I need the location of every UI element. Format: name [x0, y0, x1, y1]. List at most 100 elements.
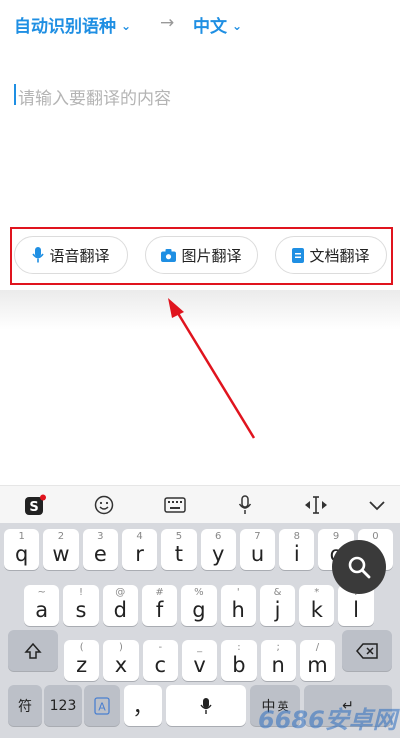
- key-h[interactable]: ' h: [220, 585, 256, 626]
- divider-shadow: [0, 290, 400, 330]
- target-language-selector[interactable]: 中文 ⌄: [193, 12, 242, 37]
- emoji-icon[interactable]: [91, 492, 117, 518]
- key-label: e: [93, 541, 107, 566]
- key-hint: %: [194, 587, 204, 598]
- key-label: z: [76, 652, 88, 677]
- input-placeholder: 请输入要翻译的内容: [18, 89, 171, 109]
- key-label: y: [211, 541, 225, 566]
- key-x[interactable]: ) x: [103, 640, 139, 681]
- key-c[interactable]: -c: [142, 640, 178, 681]
- translate-input[interactable]: 请输入要翻译的内容: [12, 80, 388, 110]
- key-r[interactable]: 4r: [121, 529, 158, 570]
- key-u[interactable]: 7u: [239, 529, 276, 570]
- voice-translate-label: 语音翻译: [49, 246, 110, 265]
- key-d[interactable]: @ d: [102, 585, 138, 626]
- key-hint: &: [273, 587, 282, 598]
- key-label: x: [114, 652, 128, 677]
- floating-search-button[interactable]: [332, 540, 386, 594]
- key-hint: @: [115, 587, 126, 598]
- sogou-logo-icon[interactable]: S: [22, 492, 48, 518]
- key-label: u: [250, 541, 265, 566]
- shift-icon: [24, 642, 42, 659]
- key-w[interactable]: 2w: [43, 529, 79, 570]
- microphone-icon: [32, 247, 45, 263]
- key-v[interactable]: _ v: [181, 640, 218, 681]
- comma-key-label: ，: [132, 694, 154, 719]
- key-hint: 1: [18, 531, 25, 542]
- key-label: d: [113, 597, 127, 622]
- svg-text:A: A: [98, 700, 106, 713]
- key-i[interactable]: 8i: [279, 529, 315, 570]
- key-label: a: [35, 597, 49, 622]
- comma-key[interactable]: ，: [124, 685, 162, 726]
- key-j[interactable]: & j: [259, 585, 296, 626]
- key-hint: 5: [175, 531, 183, 542]
- backspace-key[interactable]: [342, 630, 392, 671]
- key-f[interactable]: # f: [141, 585, 178, 626]
- key-hint: _: [197, 642, 203, 653]
- key-label: q: [15, 541, 29, 566]
- keyboard-icon[interactable]: [162, 492, 188, 518]
- key-s[interactable]: ! s: [63, 585, 99, 626]
- key-label: s: [75, 597, 87, 622]
- number-key[interactable]: 123: [44, 685, 82, 726]
- key-z[interactable]: (z: [64, 640, 100, 681]
- key-hint: *: [314, 587, 320, 598]
- key-hint: ': [236, 587, 240, 598]
- key-q[interactable]: 1q: [4, 529, 40, 570]
- microphone-icon: [200, 697, 212, 714]
- chevron-down-icon: ⌄: [121, 19, 132, 33]
- watermark: 6686安卓网: [258, 706, 397, 734]
- text-caret: [14, 84, 16, 105]
- cursor-move-icon[interactable]: [303, 492, 329, 518]
- document-translate-button[interactable]: 文档翻译: [275, 236, 387, 274]
- key-label: t: [174, 541, 183, 566]
- key-hint: 7: [254, 531, 261, 542]
- space-key[interactable]: [166, 685, 246, 726]
- key-label: n: [271, 652, 285, 677]
- key-label: h: [231, 597, 245, 622]
- collapse-keyboard-icon[interactable]: [364, 492, 390, 518]
- number-key-label: 123: [49, 697, 77, 714]
- key-hint: 2: [57, 531, 65, 542]
- letter-a-icon: A: [94, 696, 110, 715]
- key-m[interactable]: / m: [299, 640, 336, 681]
- layout-switch-key[interactable]: A: [84, 685, 120, 726]
- voice-input-icon[interactable]: [232, 492, 258, 518]
- key-g[interactable]: % g: [181, 585, 217, 626]
- shift-key[interactable]: [8, 630, 58, 671]
- key-label: w: [52, 541, 70, 566]
- symbol-key[interactable]: 符: [8, 685, 42, 726]
- key-n[interactable]: ; n: [260, 640, 296, 681]
- key-k[interactable]: * k: [299, 585, 335, 626]
- language-bar: 自动识别语种 ⌄ → 中文 ⌄: [0, 0, 400, 46]
- svg-text:S: S: [29, 500, 38, 515]
- key-label: b: [232, 652, 246, 677]
- key-label: v: [193, 652, 206, 677]
- camera-icon: [161, 248, 177, 262]
- key-hint: ;: [276, 642, 280, 653]
- key-label: j: [274, 597, 281, 622]
- source-language-selector[interactable]: 自动识别语种 ⌄: [14, 12, 131, 37]
- key-a[interactable]: ~ a: [24, 585, 60, 626]
- source-language-label: 自动识别语种: [14, 17, 116, 37]
- swap-arrow[interactable]: →: [160, 13, 174, 33]
- key-hint: #: [155, 587, 164, 598]
- key-label: c: [154, 652, 167, 677]
- voice-translate-button[interactable]: 语音翻译: [14, 236, 128, 274]
- document-icon: [292, 247, 305, 263]
- key-b[interactable]: :b: [221, 640, 257, 681]
- key-t[interactable]: 5t: [161, 529, 197, 570]
- key-label: r: [135, 541, 144, 566]
- key-hint: /: [315, 642, 320, 653]
- image-translate-label: 图片翻译: [181, 246, 242, 265]
- key-y[interactable]: 6y: [200, 529, 236, 570]
- target-language-label: 中文: [193, 17, 227, 37]
- key-hint: 9: [332, 531, 340, 542]
- image-translate-button[interactable]: 图片翻译: [145, 236, 258, 274]
- key-label: i: [293, 541, 300, 566]
- key-e[interactable]: 3e: [82, 529, 118, 570]
- key-label: f: [155, 597, 164, 622]
- search-icon: [348, 556, 371, 579]
- keyboard-toolbar: S: [0, 485, 400, 523]
